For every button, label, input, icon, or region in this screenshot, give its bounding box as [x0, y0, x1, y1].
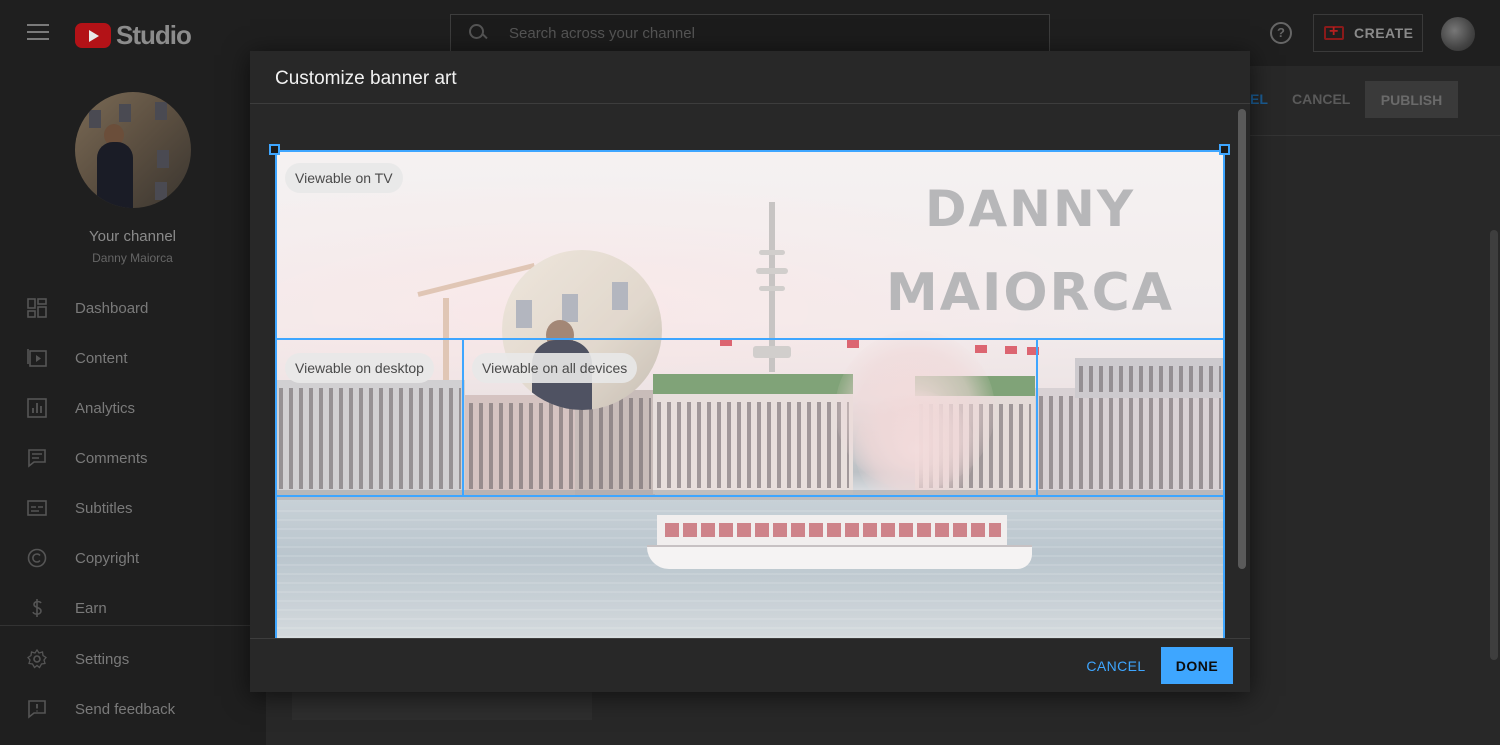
dialog-header-divider	[250, 103, 1250, 104]
sidebar-item-send-feedback[interactable]: Send feedback	[0, 689, 250, 729]
sidebar-item-subtitles[interactable]: Subtitles	[0, 488, 250, 528]
dialog-scrollbar[interactable]	[1238, 109, 1246, 569]
label-viewable-on-desktop: Viewable on desktop	[285, 353, 434, 383]
sidebar-item-comments[interactable]: Comments	[0, 438, 250, 478]
your-channel-label: Your channel	[88, 228, 177, 245]
done-button[interactable]: DONE	[1161, 647, 1233, 684]
analytics-icon	[27, 398, 47, 418]
copyright-icon	[27, 548, 47, 568]
background-video-player	[292, 692, 592, 720]
sidebar-item-content[interactable]: Content	[0, 338, 250, 378]
earn-icon	[27, 598, 47, 618]
label-viewable-on-tv: Viewable on TV	[285, 163, 403, 193]
sidebar-item-label: Earn	[75, 599, 107, 617]
studio-logo[interactable]: Studio	[75, 20, 192, 51]
channel-name: Danny Maiorca	[92, 251, 173, 265]
youtube-logo-icon	[75, 23, 111, 48]
cancel-button[interactable]: CANCEL	[1078, 647, 1154, 684]
sidebar-item-label: Subtitles	[75, 499, 133, 517]
sidebar-divider	[0, 625, 250, 626]
menu-icon[interactable]	[27, 24, 49, 42]
sidebar-item-settings[interactable]: Settings	[0, 639, 250, 679]
sidebar-item-dashboard[interactable]: Dashboard	[0, 288, 250, 328]
dashboard-icon	[27, 298, 47, 318]
account-avatar[interactable]	[1441, 17, 1475, 51]
sidebar-item-label: Settings	[75, 650, 130, 668]
search-icon[interactable]	[469, 24, 487, 42]
dialog-footer: CANCEL DONE	[250, 638, 1250, 692]
customize-banner-dialog: Customize banner art DANNY MAIORCA Viewa…	[250, 51, 1250, 692]
background-publish-button: PUBLISH	[1365, 81, 1458, 118]
help-icon[interactable]: ?	[1270, 22, 1292, 44]
sidebar-item-label: Comments	[75, 449, 148, 467]
sidebar-item-label: Copyright	[75, 549, 140, 567]
sidebar-item-analytics[interactable]: Analytics	[0, 388, 250, 428]
content-icon	[27, 348, 47, 368]
subtitles-icon	[27, 498, 47, 518]
background-cancel-button: CANCEL	[1292, 91, 1351, 107]
sidebar-item-label: Send feedback	[75, 700, 176, 718]
page-scrollbar	[1490, 230, 1498, 660]
background-divider	[1250, 135, 1500, 136]
crop-handle-top-left[interactable]	[269, 144, 280, 155]
feedback-icon	[27, 699, 47, 719]
create-button[interactable]: CREATE	[1313, 14, 1423, 52]
sidebar: Your channel Danny Maiorca Dashboard Con…	[0, 66, 250, 745]
label-viewable-on-all-devices: Viewable on all devices	[472, 353, 638, 383]
comments-icon	[27, 448, 47, 468]
logo-text: Studio	[116, 20, 192, 50]
sidebar-item-label: Dashboard	[75, 299, 149, 317]
sidebar-item-earn[interactable]: Earn	[0, 588, 250, 628]
dialog-title: Customize banner art	[275, 68, 457, 89]
sidebar-item-label: Content	[75, 349, 128, 367]
search-bar[interactable]	[450, 14, 1050, 52]
create-label: CREATE	[1354, 25, 1414, 41]
background-link: EL	[1250, 91, 1268, 107]
sidebar-item-label: Analytics	[75, 399, 136, 417]
crop-handle-top-right[interactable]	[1219, 144, 1230, 155]
sidebar-item-copyright[interactable]: Copyright	[0, 538, 250, 578]
settings-icon	[27, 649, 47, 669]
channel-avatar[interactable]	[75, 92, 191, 208]
search-input[interactable]	[509, 24, 1009, 42]
create-video-icon	[1324, 23, 1344, 41]
